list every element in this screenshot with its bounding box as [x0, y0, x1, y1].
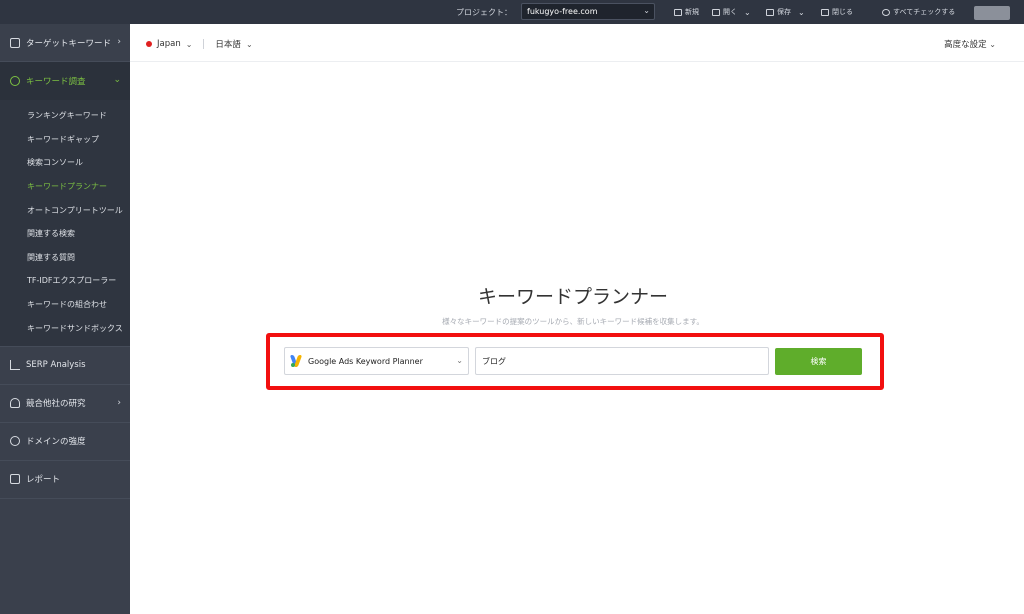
sidebar-subitem-keyword-sandbox[interactable]: キーワードサンドボックス [0, 316, 130, 340]
sidebar-subitem-keyword-gap[interactable]: キーワードギャップ [0, 128, 130, 152]
search-button[interactable]: 検索 [775, 348, 862, 375]
save-button[interactable]: 保存 ⌄ [766, 7, 805, 17]
sidebar-submenu: ランキングキーワード キーワードギャップ 検索コンソール キーワードプランナー … [0, 100, 130, 347]
advanced-settings-button[interactable]: 高度な設定 ⌄ [944, 38, 996, 50]
sidebar-item-label: SERP Analysis [26, 360, 86, 371]
new-button-label: 新規 [685, 8, 699, 16]
chevron-right-icon: › [117, 37, 121, 47]
keyword-input[interactable] [475, 347, 769, 375]
sidebar-item-target-keywords[interactable]: ターゲットキーワード › [0, 24, 130, 62]
tool-select-value: Google Ads Keyword Planner [308, 356, 423, 366]
open-button-label: 開く [723, 8, 737, 16]
sidebar-item-label: キーワード調査 [26, 77, 86, 87]
project-label: プロジェクト： [456, 8, 512, 17]
chevron-down-icon: ⌄ [643, 6, 650, 15]
advanced-settings-label: 高度な設定 [944, 40, 987, 50]
subheader: Japan ⌄ 日本語 ⌄ 高度な設定 ⌄ [130, 24, 1024, 62]
japan-flag-icon [146, 41, 152, 47]
chevron-down-icon: ⌄ [456, 356, 463, 365]
close-icon [821, 8, 829, 16]
close-button[interactable]: 閉じる [821, 7, 853, 17]
project-select-value: fukugyo-free.com [527, 7, 598, 16]
sidebar-item-label: ターゲットキーワード [26, 38, 112, 49]
chevron-right-icon: › [117, 397, 121, 408]
sidebar-item-competitor-research[interactable]: 競合他社の研究 › [0, 385, 130, 423]
chevron-down-icon: ⌄ [744, 7, 751, 17]
user-icon [10, 398, 20, 409]
divider [203, 39, 205, 49]
sidebar-subitem-ranking-keywords[interactable]: ランキングキーワード [0, 104, 130, 128]
sidebar-item-domain-strength[interactable]: ドメインの強度 [0, 423, 130, 461]
project-select[interactable]: fukugyo-free.com ⌄ [521, 3, 655, 20]
country-select[interactable]: Japan [157, 39, 181, 49]
chart-icon [10, 37, 20, 48]
location-selector: Japan ⌄ 日本語 ⌄ [146, 38, 253, 50]
bar-chart-icon [10, 360, 20, 371]
report-icon [10, 474, 20, 485]
chevron-down-icon: ⌄ [185, 39, 193, 49]
sidebar-item-label: 競合他社の研究 [26, 399, 86, 410]
avatar[interactable] [974, 6, 1010, 20]
save-icon [766, 8, 774, 16]
check-all-label: すべてチェックする [893, 8, 956, 16]
chevron-down-icon: ⌄ [245, 39, 253, 49]
chevron-down-icon: ⌄ [113, 75, 121, 85]
sidebar-item-label: ドメインの強度 [26, 437, 86, 448]
sidebar-subitem-search-console[interactable]: 検索コンソール [0, 151, 130, 175]
check-all-button[interactable]: すべてチェックする [882, 7, 955, 17]
sidebar-subitem-keyword-combination[interactable]: キーワードの組合わせ [0, 293, 130, 317]
top-bar: プロジェクト： fukugyo-free.com ⌄ 新規 開く ⌄ 保存 ⌄ … [0, 0, 1024, 24]
refresh-icon [882, 8, 890, 16]
close-button-label: 閉じる [832, 8, 853, 16]
sidebar-item-serp-analysis[interactable]: SERP Analysis [0, 347, 130, 385]
page-subtitle: 様々なキーワードの提案のツールから、新しいキーワード候補を収集します。 [442, 317, 704, 326]
page-title: キーワードプランナー [477, 286, 668, 308]
sidebar-subitem-related-questions[interactable]: 関連する質問 [0, 246, 130, 270]
language-select[interactable]: 日本語 [215, 38, 241, 50]
sidebar-subitem-autocomplete-tool[interactable]: オートコンプリートツール [0, 198, 130, 222]
sidebar-subitem-tfidf-explorer[interactable]: TF-IDFエクスプローラー [0, 269, 130, 293]
sidebar-item-report[interactable]: レポート [0, 461, 130, 499]
sidebar-item-label: レポート [26, 475, 61, 486]
chevron-down-icon: ⌄ [989, 40, 996, 49]
open-button[interactable]: 開く ⌄ [712, 7, 751, 17]
gauge-icon [10, 436, 20, 447]
sidebar-subitem-related-searches[interactable]: 関連する検索 [0, 222, 130, 246]
search-icon [10, 76, 20, 86]
sidebar-item-keyword-research[interactable]: キーワード調査 ⌄ [0, 62, 130, 100]
folder-icon [712, 8, 720, 16]
chevron-down-icon: ⌄ [798, 7, 805, 17]
google-ads-icon [289, 355, 303, 367]
sidebar: ターゲットキーワード › キーワード調査 ⌄ ランキングキーワード キーワードギ… [0, 24, 130, 614]
new-button[interactable]: 新規 [674, 7, 699, 17]
sidebar-subitem-keyword-planner[interactable]: キーワードプランナー [0, 175, 130, 199]
new-file-icon [674, 8, 682, 16]
tool-select[interactable]: Google Ads Keyword Planner ⌄ [284, 347, 469, 375]
main-content: Japan ⌄ 日本語 ⌄ 高度な設定 ⌄ キーワードプランナー 様々なキーワー… [130, 24, 1024, 614]
save-button-label: 保存 [777, 8, 791, 16]
